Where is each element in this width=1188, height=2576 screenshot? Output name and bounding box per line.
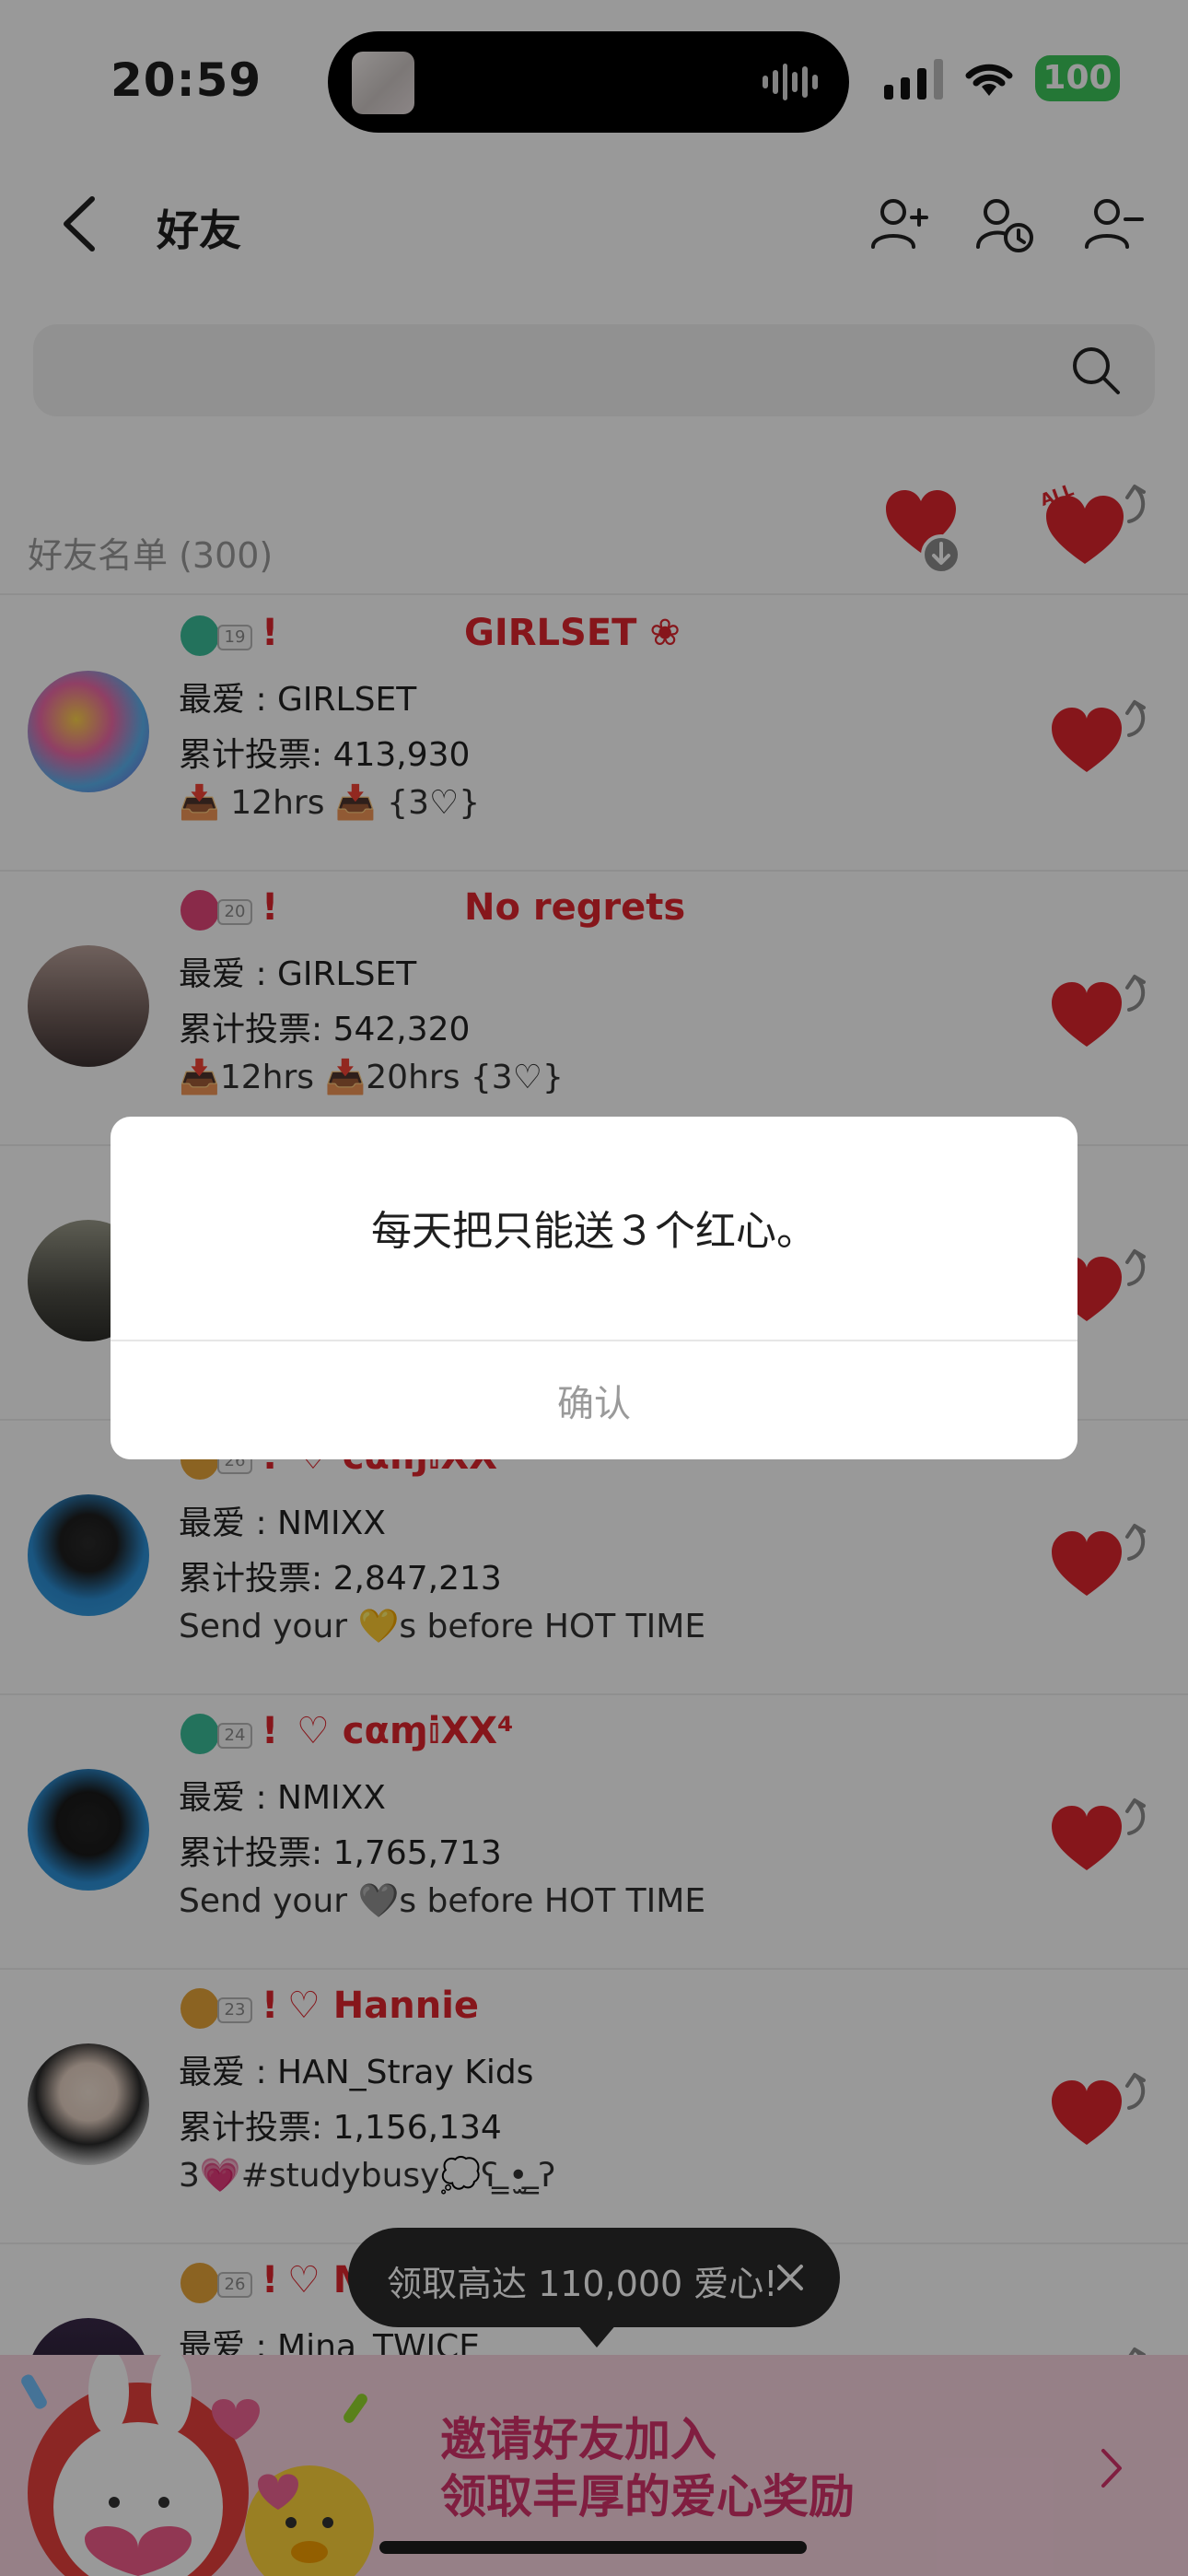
- confirm-button[interactable]: 确认: [111, 1341, 1077, 1459]
- friends-page: 20:59 100 好友 好友名单 (300) ALL 19 ! GIRLSET…: [0, 0, 1188, 2576]
- home-indicator[interactable]: [379, 2541, 807, 2554]
- dialog-message: 每天把只能送３个红心。: [371, 1208, 817, 1255]
- alert-dialog: 每天把只能送３个红心。 确认: [111, 1117, 1077, 1459]
